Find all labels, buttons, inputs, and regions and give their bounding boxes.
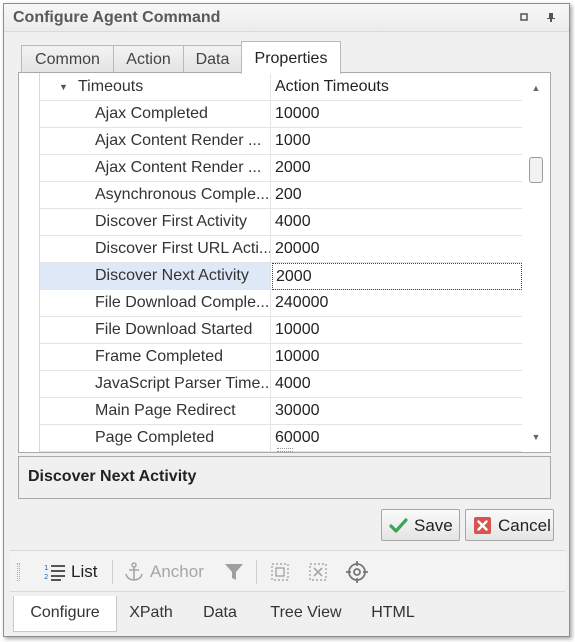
property-value[interactable]: 240000 (272, 290, 522, 317)
pin-icon[interactable] (545, 11, 557, 23)
save-label: Save (414, 516, 453, 535)
property-row[interactable]: File Download Started 10000 (40, 317, 522, 344)
tab-xpath[interactable]: XPath (117, 596, 185, 632)
svg-text:1: 1 (44, 564, 48, 572)
property-value[interactable]: 10000 (272, 101, 522, 128)
scroll-up-arrow-icon[interactable]: ▲ (522, 79, 550, 97)
svg-text:2: 2 (44, 573, 48, 581)
toolbar-separator (112, 560, 113, 584)
property-value[interactable]: 4000 (272, 209, 522, 236)
vertical-scrollbar[interactable]: ▲ ▼ (522, 73, 550, 452)
resize-grip[interactable] (277, 448, 293, 452)
cancel-x-icon (473, 516, 492, 535)
property-row[interactable]: Ajax Content Render ... 1000 (40, 128, 522, 155)
property-value[interactable]: 4000 (272, 371, 522, 398)
property-name: File Download Comple... (40, 290, 271, 317)
property-name: Main Page Redirect (40, 398, 271, 425)
property-value[interactable]: 10000 (272, 317, 522, 344)
anchor-label: Anchor (150, 562, 204, 581)
scroll-down-arrow-icon[interactable]: ▼ (522, 428, 550, 446)
tab-data[interactable]: Data (183, 45, 242, 73)
property-row[interactable]: Asynchronous Comple... 200 (40, 182, 522, 209)
property-name: Ajax Content Render ... (40, 128, 271, 155)
property-name: Discover Next Activity (40, 263, 271, 290)
list-button[interactable]: 12 List (44, 560, 104, 584)
tab-properties[interactable]: Properties (241, 41, 341, 74)
property-row[interactable]: JavaScript Parser Time... 4000 (40, 371, 522, 398)
target-icon (345, 561, 369, 590)
property-value[interactable]: 200 (272, 182, 522, 209)
property-value[interactable]: 30000 (272, 398, 522, 425)
tab-action[interactable]: Action (113, 45, 184, 73)
property-name: Page Completed (40, 425, 271, 452)
checkmark-icon (389, 516, 408, 535)
list-label: List (71, 562, 98, 581)
property-row[interactable]: File Download Comple... 240000 (40, 290, 522, 317)
save-button[interactable]: Save (381, 509, 460, 541)
property-row[interactable]: Ajax Content Render ... 2000 (40, 155, 522, 182)
toolbar-grip[interactable] (17, 563, 20, 581)
property-value[interactable]: 1000 (272, 128, 522, 155)
target-button[interactable] (345, 560, 369, 584)
property-row[interactable]: Ajax Completed 10000 (40, 101, 522, 128)
property-row[interactable]: Discover First URL Acti... 20000 (40, 236, 522, 263)
collapse-arrow-icon[interactable]: ▼ (59, 74, 69, 100)
select-region-icon (269, 562, 291, 589)
anchor-button[interactable]: Anchor (123, 560, 213, 584)
toolbar-separator (256, 560, 257, 584)
cancel-button[interactable]: Cancel (465, 509, 554, 541)
group-name-cell: ▼ Timeouts (40, 74, 271, 101)
configure-agent-command-window: Configure Agent Command Common Action Da… (3, 3, 570, 637)
property-value[interactable]: 10000 (272, 344, 522, 371)
cancel-label: Cancel (498, 516, 551, 535)
property-value[interactable]: 20000 (272, 236, 522, 263)
property-row[interactable]: Main Page Redirect 30000 (40, 398, 522, 425)
property-name: Discover First Activity (40, 209, 271, 236)
group-name: Timeouts (78, 78, 144, 95)
property-row[interactable]: Discover First Activity 4000 (40, 209, 522, 236)
scrollbar-thumb[interactable] (529, 157, 543, 183)
tab-tree-view[interactable]: Tree View (255, 596, 357, 632)
property-name: Frame Completed (40, 344, 271, 371)
property-name: Asynchronous Comple... (40, 182, 271, 209)
property-rows: ▼ Timeouts Action Timeouts Ajax Complete… (40, 73, 522, 452)
agent-toolbar: 12 List Anchor (10, 550, 565, 592)
property-name: File Download Started (40, 317, 271, 344)
list-icon: 12 (44, 562, 66, 589)
property-value[interactable]: 2000 (272, 155, 522, 182)
group-value: Action Timeouts (275, 78, 389, 95)
title-bar: Configure Agent Command (4, 4, 569, 32)
description-title: Discover Next Activity (28, 468, 197, 485)
bottom-tabs: Configure XPath Data Tree View HTML (10, 596, 565, 632)
tab-common[interactable]: Common (21, 45, 114, 73)
grid-gutter (19, 73, 40, 452)
property-name: Ajax Content Render ... (40, 155, 271, 182)
property-row[interactable]: Frame Completed 10000 (40, 344, 522, 371)
property-name: JavaScript Parser Time... (40, 371, 271, 398)
select-region-button[interactable] (269, 560, 293, 584)
clear-region-button[interactable] (307, 560, 331, 584)
window-title: Configure Agent Command (13, 9, 221, 26)
property-value[interactable]: 60000 (272, 425, 522, 452)
property-name: Discover First URL Acti... (40, 236, 271, 263)
description-panel: Discover Next Activity (18, 456, 551, 499)
clear-region-icon (307, 562, 329, 589)
property-row-selected[interactable]: Discover Next Activity 2000 (40, 263, 522, 290)
property-grid: ▼ Timeouts Action Timeouts Ajax Complete… (18, 72, 551, 453)
tab-configure[interactable]: Configure (13, 596, 117, 632)
minimize-panel-icon[interactable] (518, 11, 530, 23)
filter-button[interactable] (223, 560, 247, 584)
tab-data-bottom[interactable]: Data (185, 596, 255, 632)
property-name: Ajax Completed (40, 101, 271, 128)
property-value-editor[interactable]: 2000 (272, 263, 522, 290)
anchor-icon (123, 562, 145, 589)
group-row-timeouts[interactable]: ▼ Timeouts Action Timeouts (40, 74, 522, 101)
tab-html[interactable]: HTML (357, 596, 429, 632)
filter-icon (223, 562, 245, 589)
